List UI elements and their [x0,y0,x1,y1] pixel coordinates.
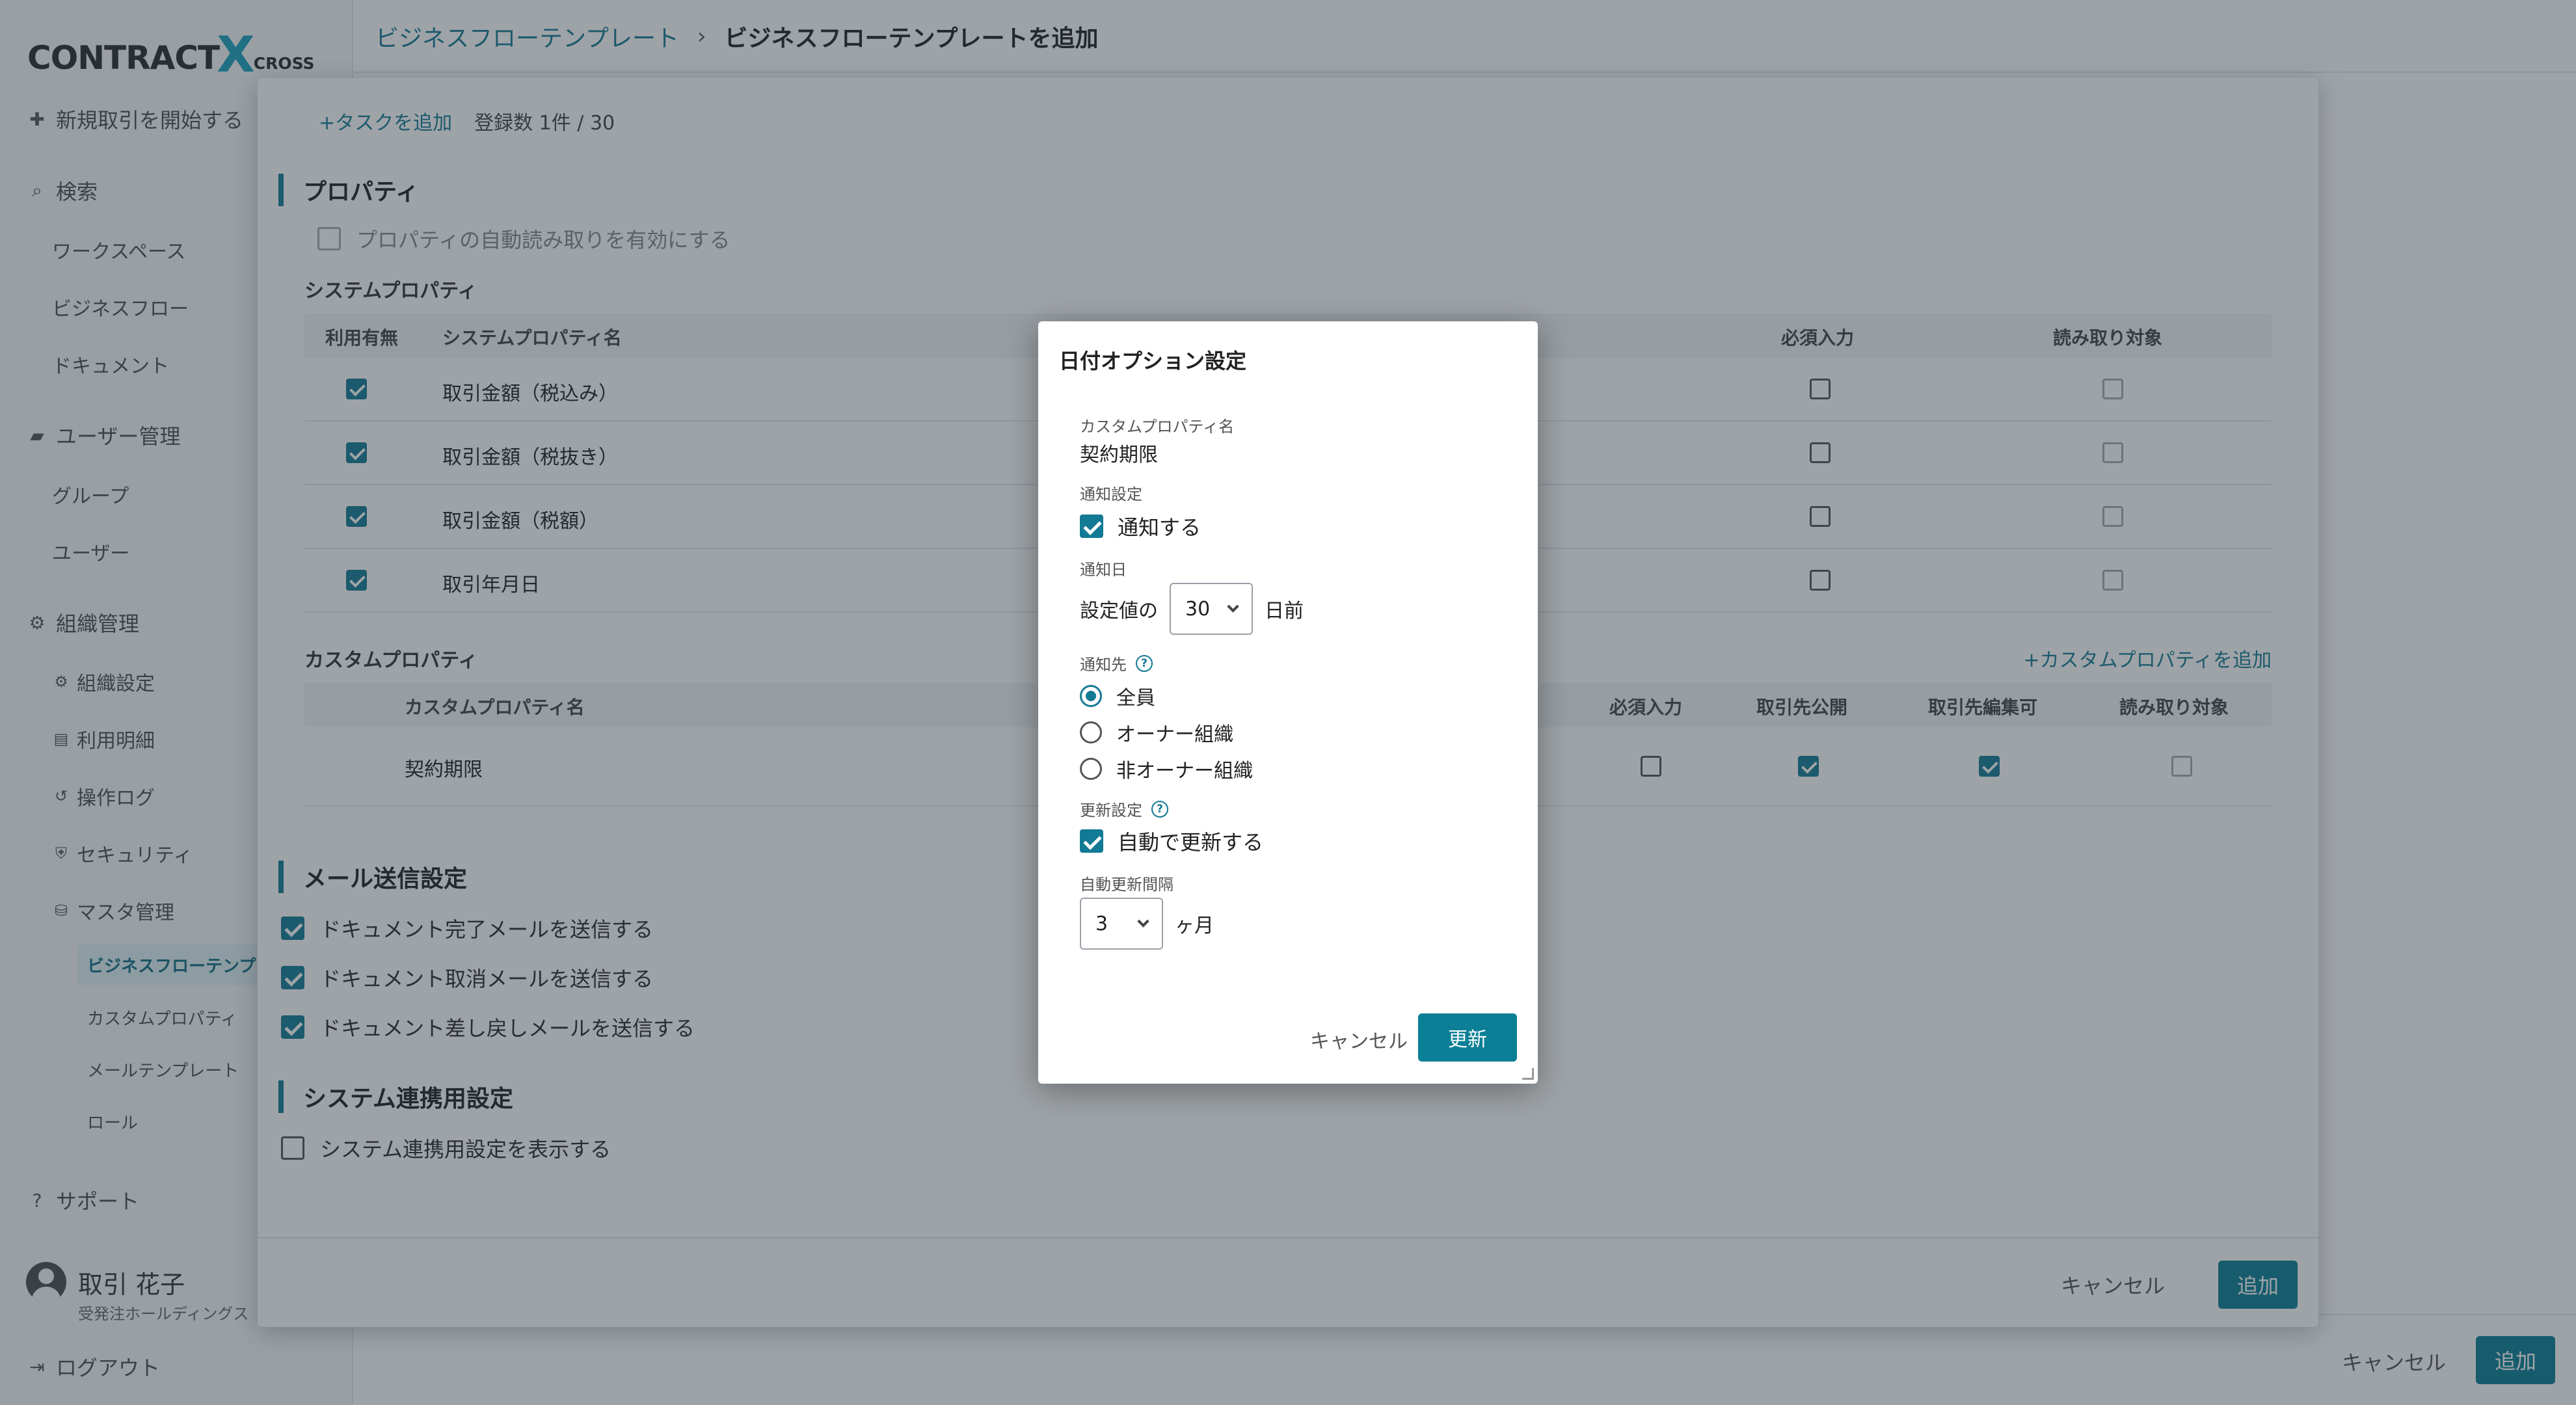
radio-button[interactable] [1080,685,1102,707]
target-radio-all[interactable]: 全員 [1080,682,1155,710]
notify-prefix: 設定値の [1080,600,1158,622]
radio-button[interactable] [1080,721,1102,743]
date-option-dialog: 日付オプション設定 カスタムプロパティ名 契約期限 通知設定 通知する 通知日 … [1038,321,1538,1084]
target-radio-owner[interactable]: オーナー組織 [1080,718,1233,747]
renew-checkbox-row[interactable]: 自動で更新する [1080,826,1263,856]
renew-setting-label: 更新設定? [1080,797,1168,820]
notify-checkbox-row[interactable]: 通知する [1080,511,1201,541]
notify-setting-label: 通知設定 [1080,485,1142,503]
notify-day-label: 通知日 [1080,561,1127,579]
select-value: 3 [1095,912,1108,935]
radio-label: 非オーナー組織 [1116,760,1253,783]
renew-interval-row: 3 ヶ月 [1080,898,1214,950]
resize-handle[interactable] [1522,1068,1534,1080]
target-radio-non-owner[interactable]: 非オーナー組織 [1080,755,1253,783]
select-value: 30 [1185,597,1211,621]
renew-interval-unit: ヶ月 [1175,915,1214,937]
dialog-update-button[interactable]: 更新 [1418,1013,1517,1062]
notify-days-select[interactable]: 30 [1170,583,1253,635]
label-text: 通知先 [1080,656,1127,674]
label-text: 更新設定 [1080,801,1142,820]
renew-interval-label: 自動更新間隔 [1080,876,1174,894]
checkbox-label: 自動で更新する [1118,830,1264,855]
renew-checkbox[interactable] [1080,829,1103,853]
chevron-down-icon [1227,600,1239,613]
notify-suffix: 日前 [1265,600,1304,622]
notify-checkbox[interactable] [1080,515,1103,538]
radio-button[interactable] [1080,758,1102,780]
checkbox-label: 通知する [1118,515,1201,540]
radio-label: オーナー組織 [1116,723,1233,746]
custom-prop-label: カスタムプロパティ名 [1080,418,1235,436]
renew-interval-select[interactable]: 3 [1080,898,1163,950]
help-icon[interactable]: ? [1136,654,1153,672]
dialog-title: 日付オプション設定 [1059,349,1247,373]
notify-day-row: 設定値の 30 日前 [1080,583,1304,635]
radio-label: 全員 [1116,687,1155,710]
dialog-cancel-button[interactable]: キャンセル [1310,1025,1408,1054]
chevron-down-icon [1137,915,1149,928]
custom-prop-value: 契約期限 [1080,444,1158,466]
help-icon[interactable]: ? [1151,800,1168,818]
notify-target-label: 通知先? [1080,652,1153,675]
